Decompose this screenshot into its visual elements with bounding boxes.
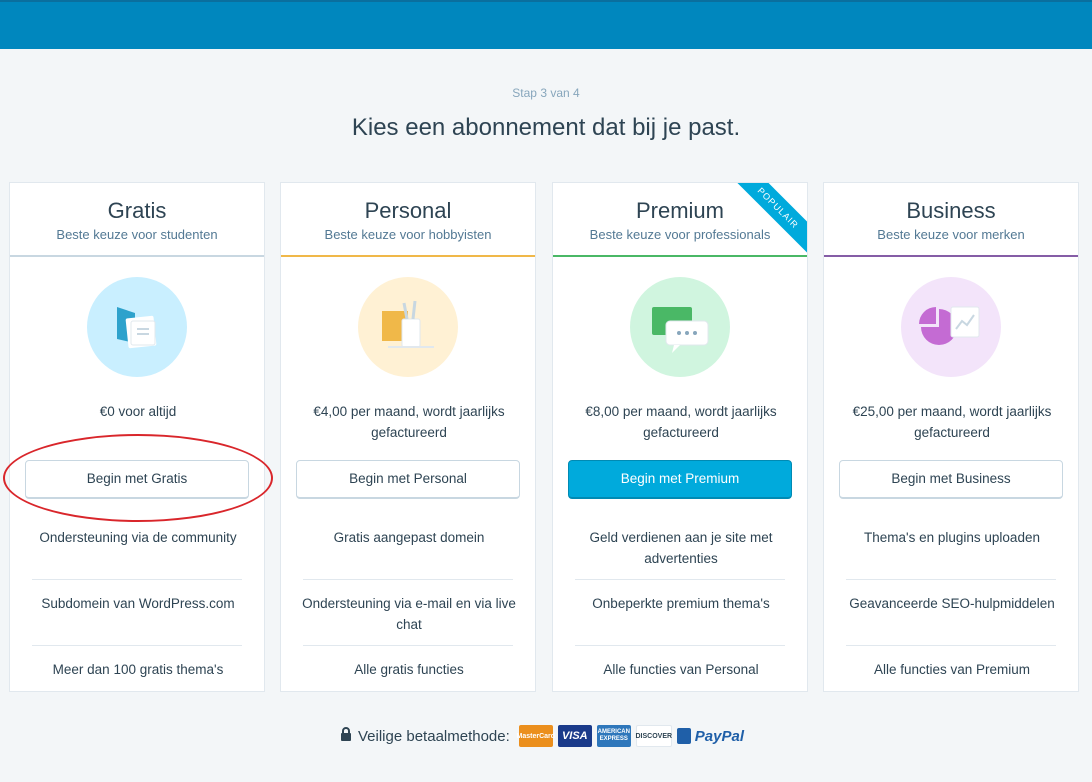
begin-gratis-button[interactable]: Begin met Gratis xyxy=(25,460,249,499)
paypal-label: PayPal xyxy=(694,727,744,745)
plan-price: €4,00 per maand, wordt jaarlijks gefactu… xyxy=(313,404,505,440)
plan-feature: Gratis aangepast domein xyxy=(333,530,485,545)
discover-logo: DISCOVER xyxy=(636,725,672,747)
plan-tagline: Beste keuze voor hobbyisten xyxy=(324,227,492,242)
lock-icon xyxy=(340,726,352,746)
plan-card-premium: Premium Beste keuze voor professionals P… xyxy=(552,182,808,692)
begin-premium-button[interactable]: Begin met Premium xyxy=(568,460,792,499)
plan-feature: Meer dan 100 gratis thema's xyxy=(52,662,224,677)
plans-grid: Gratis Beste keuze voor studenten €0 voo… xyxy=(9,182,1079,692)
plan-card-personal: Personal Beste keuze voor hobbyisten €4,… xyxy=(280,182,536,692)
step-indicator: Stap 3 van 4 xyxy=(512,86,580,100)
plan-feature: Alle gratis functies xyxy=(354,662,464,677)
plan-card-gratis: Gratis Beste keuze voor studenten €0 voo… xyxy=(9,182,265,692)
plan-feature: Alle functies van Personal xyxy=(603,662,759,677)
plan-header: Personal Beste keuze voor hobbyisten xyxy=(281,183,535,257)
paypal-logo: PayPal xyxy=(676,725,751,747)
divider xyxy=(846,579,1056,580)
plan-name: Personal xyxy=(364,198,452,223)
page-title: Kies een abonnement dat bij je past. xyxy=(351,114,741,141)
pie-chart-icon xyxy=(901,277,1001,377)
plan-tagline: Beste keuze voor studenten xyxy=(56,227,218,242)
plan-feature: Onbeperkte premium thema's xyxy=(592,596,770,611)
plan-feature: Ondersteuning via de community xyxy=(39,530,237,545)
documents-icon xyxy=(87,277,187,377)
plan-tagline: Beste keuze voor merken xyxy=(877,227,1025,242)
plan-feature: Subdomein van WordPress.com xyxy=(41,596,235,611)
payment-label: Veilige betaalmethode: xyxy=(358,727,510,745)
plan-feature: Alle functies van Premium xyxy=(873,662,1031,677)
divider xyxy=(32,645,242,646)
divider xyxy=(303,645,513,646)
plan-price: €8,00 per maand, wordt jaarlijks gefactu… xyxy=(585,404,777,440)
top-bar xyxy=(0,0,1092,49)
divider xyxy=(575,579,785,580)
amex-logo: AMERICAN EXPRESS xyxy=(596,725,631,747)
divider xyxy=(575,645,785,646)
plan-price: €25,00 per maand, wordt jaarlijks gefact… xyxy=(852,404,1052,440)
begin-personal-button[interactable]: Begin met Personal xyxy=(296,460,520,499)
plan-feature: Geld verdienen aan je site met advertent… xyxy=(589,530,773,566)
plan-header: Business Beste keuze voor merken xyxy=(824,183,1078,257)
plan-card-business: Business Beste keuze voor merken €25,00 … xyxy=(823,182,1079,692)
mastercard-logo: MasterCard xyxy=(517,725,555,747)
payment-methods: Veilige betaalmethode: MasterCard VISA A… xyxy=(340,723,751,749)
popular-ribbon: POPULAIR xyxy=(727,183,807,263)
pencil-cup-icon xyxy=(358,277,458,377)
plan-header: Gratis Beste keuze voor studenten xyxy=(10,183,264,257)
plan-name: Business xyxy=(906,198,996,223)
divider xyxy=(303,579,513,580)
divider xyxy=(846,645,1056,646)
chat-screen-icon xyxy=(630,277,730,377)
ribbon-label: POPULAIR xyxy=(731,183,807,255)
divider xyxy=(32,579,242,580)
plan-name: Gratis xyxy=(107,198,167,223)
paypal-icon xyxy=(676,728,691,744)
visa-logo: VISA xyxy=(557,725,592,747)
plan-feature: Ondersteuning via e-mail en via live cha… xyxy=(302,596,516,632)
plan-price: €0 voor altijd xyxy=(99,404,177,419)
plan-feature: Geavanceerde SEO-hulpmiddelen xyxy=(849,596,1055,611)
begin-business-button[interactable]: Begin met Business xyxy=(839,460,1063,499)
plan-feature: Thema's en plugins uploaden xyxy=(864,530,1040,545)
